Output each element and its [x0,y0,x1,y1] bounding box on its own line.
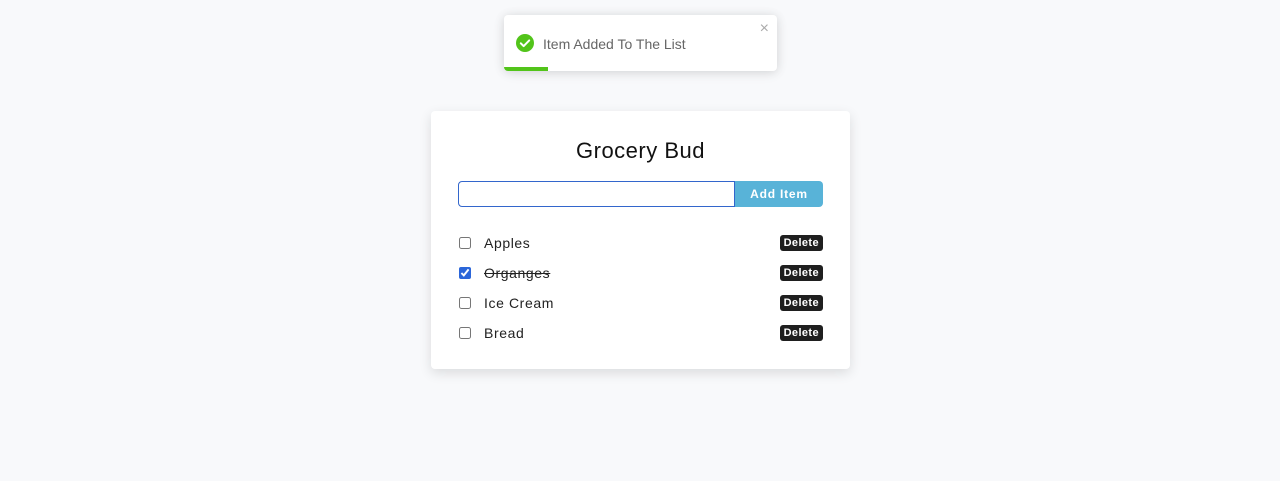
item-input[interactable] [458,181,735,207]
item-name: Apples [484,235,531,251]
item-checkbox[interactable] [459,327,471,339]
close-icon[interactable]: × [760,21,769,37]
item-checkbox[interactable] [459,237,471,249]
delete-button[interactable]: Delete [779,325,823,341]
item-name: Bread [484,325,525,341]
toast-progress-bar [504,67,548,71]
delete-button[interactable]: Delete [779,265,823,281]
toast-notification: Item Added To The List × [504,15,777,71]
item-name: Organges [484,265,551,281]
item-list: Apples Delete Organges Delete Ice Cream Delet… [458,228,823,348]
delete-button[interactable]: Delete [779,235,823,251]
toast-progress-track [504,67,777,71]
list-item: Apples Delete [458,228,823,258]
item-name: Ice Cream [484,295,554,311]
item-checkbox[interactable] [459,267,471,279]
page-title: Grocery Bud [576,138,705,163]
toast-message: Item Added To The List [543,36,686,52]
list-item: Organges Delete [458,258,823,288]
delete-button[interactable]: Delete [779,295,823,311]
list-item: Ice Cream Delete [458,288,823,318]
list-item: Bread Delete [458,318,823,348]
grocery-card: Grocery Bud Add Item Apples Delete Organge… [431,111,850,369]
item-checkbox[interactable] [459,297,471,309]
add-item-button[interactable]: Add Item [735,181,823,207]
check-circle-icon [516,34,534,52]
add-item-form: Add Item [458,181,823,207]
